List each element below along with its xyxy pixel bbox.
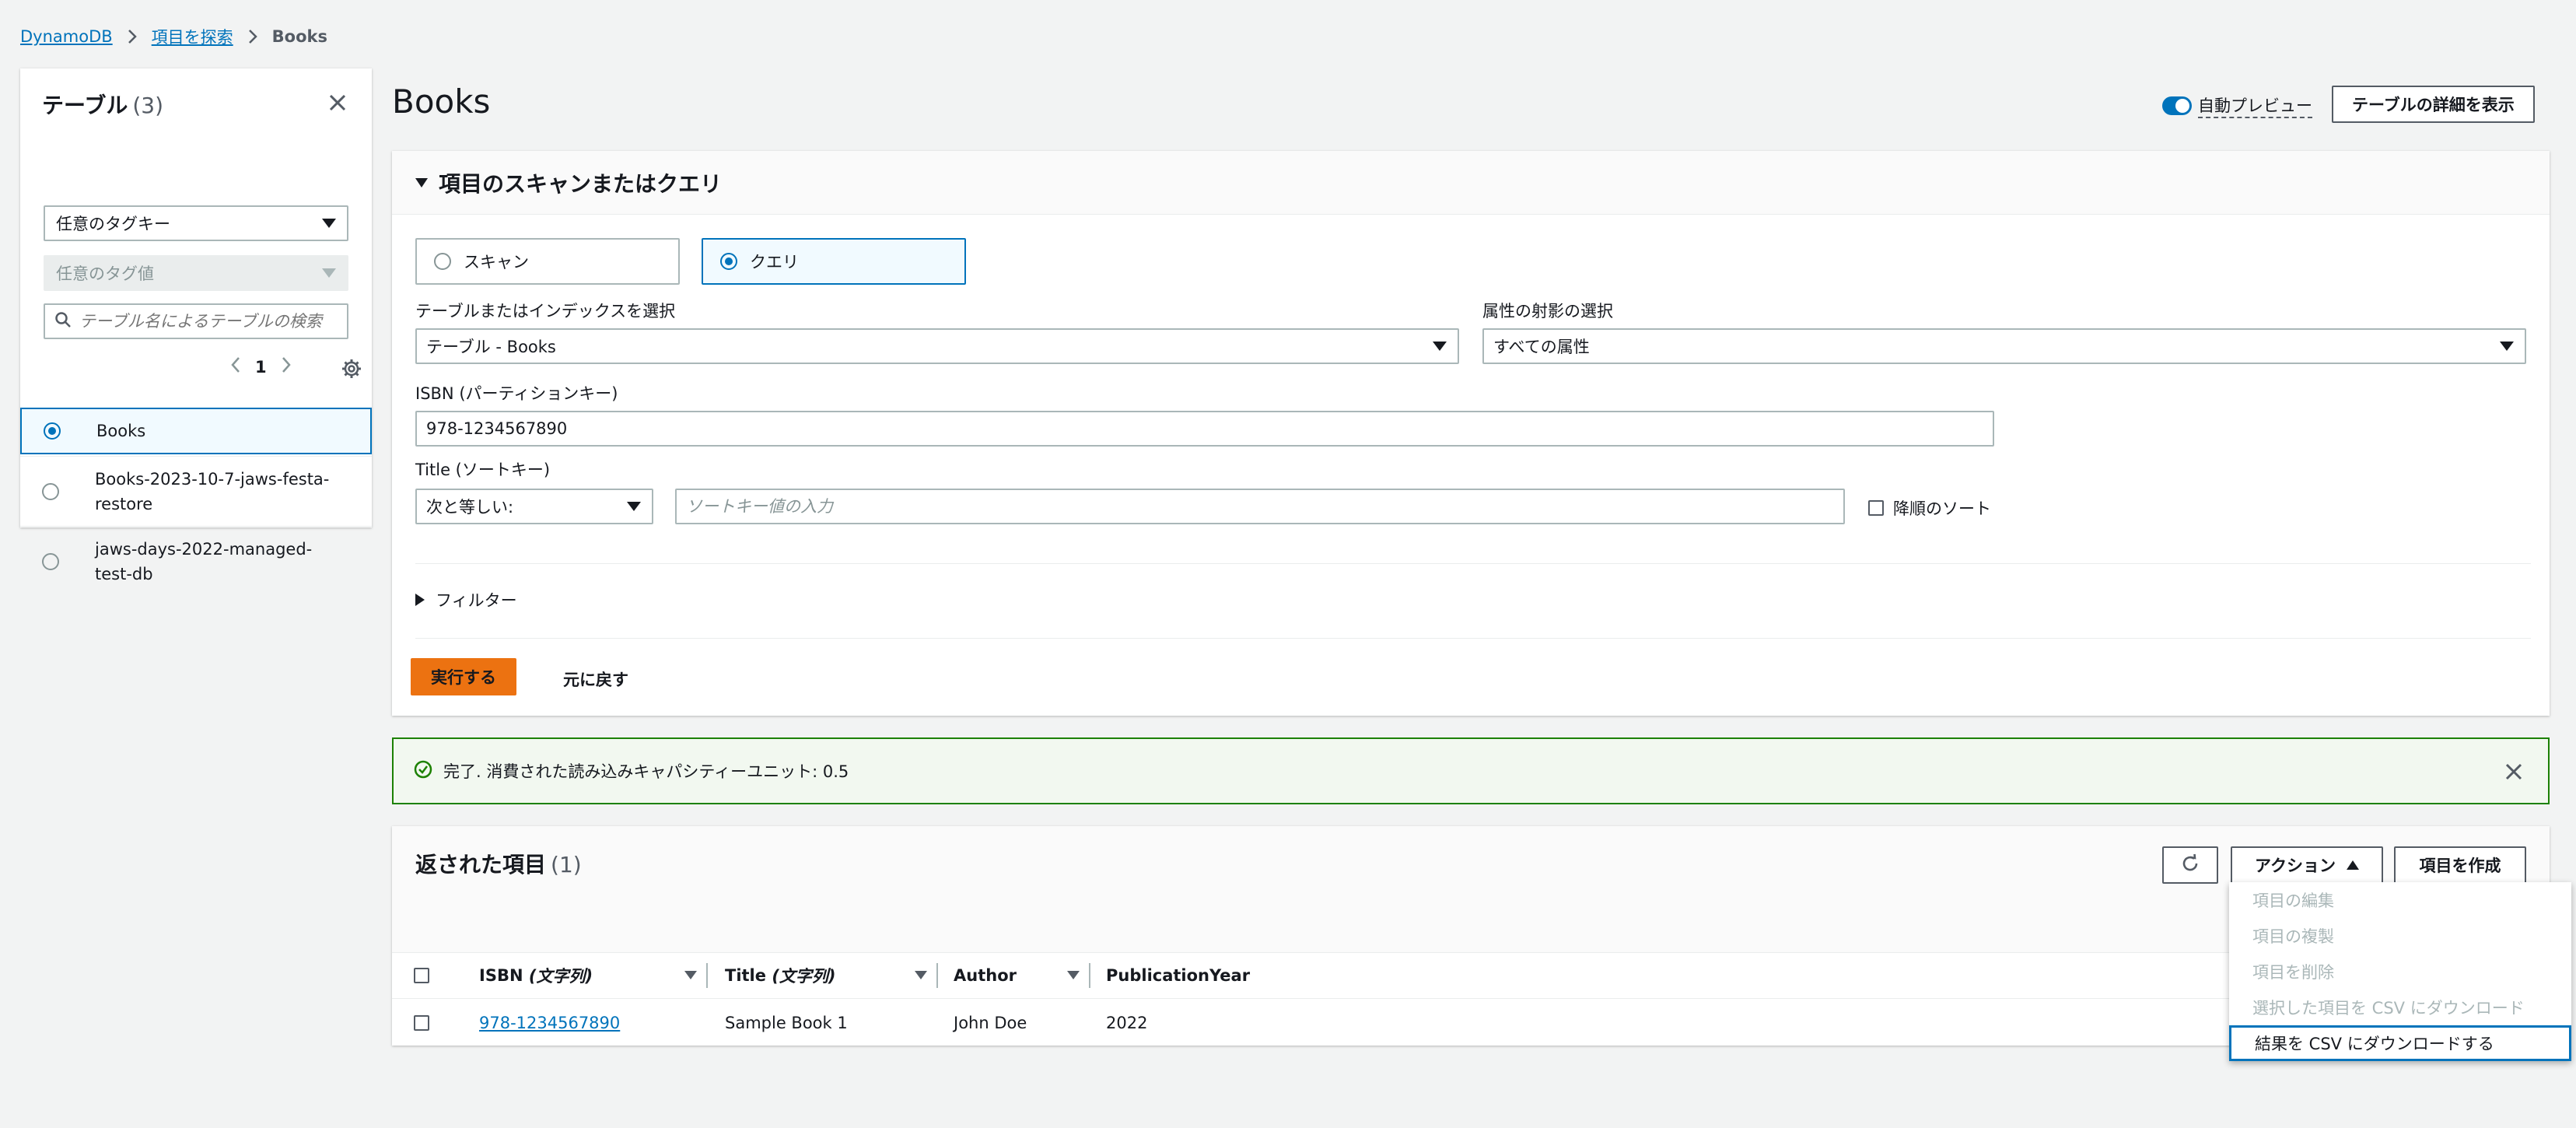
- sort-icon[interactable]: [915, 971, 927, 979]
- create-item-button[interactable]: 項目を作成: [2394, 846, 2526, 884]
- caret-down-icon: [322, 219, 336, 228]
- table-item-jaws-days[interactable]: jaws-days-2022-managed-test-db: [20, 526, 372, 596]
- actions-menu: 項目の編集 項目の複製 項目を削除 選択した項目を CSV にダウンロード 結果…: [2229, 882, 2571, 1061]
- caret-down-icon: [415, 177, 428, 187]
- check-circle-icon: [414, 760, 432, 783]
- tag-value-select: 任意のタグ値: [44, 255, 348, 291]
- query-radio[interactable]: [720, 253, 737, 270]
- refresh-button[interactable]: [2162, 846, 2218, 884]
- table-search[interactable]: [44, 303, 348, 339]
- run-button[interactable]: 実行する: [411, 658, 516, 695]
- table-count: (3): [132, 93, 163, 118]
- tag-key-select[interactable]: 任意のタグキー: [44, 205, 348, 241]
- chevron-left-icon[interactable]: [230, 356, 241, 377]
- select-all-checkbox[interactable]: [414, 968, 429, 983]
- success-alert: 完了. 消費された読み込みキャパシティーユニット: 0.5: [392, 737, 2550, 804]
- author-cell: John Doe: [954, 1014, 1027, 1032]
- refresh-icon: [2180, 853, 2200, 878]
- sort-condition-select[interactable]: 次と等しい:: [415, 489, 653, 524]
- chevron-right-icon: [124, 28, 141, 45]
- results-header: 返された項目 (1): [392, 826, 2550, 952]
- sort-key-input[interactable]: [675, 489, 1845, 524]
- menu-item-download-selected-csv: 選択した項目を CSV にダウンロード: [2252, 999, 2525, 1018]
- query-mode-tile[interactable]: クエリ: [702, 238, 966, 285]
- alert-message: 完了. 消費された読み込みキャパシティーユニット: 0.5: [443, 762, 849, 781]
- isbn-cell-link[interactable]: 978-1234567890: [479, 1002, 620, 1044]
- divider: [415, 638, 2531, 639]
- divider: [415, 563, 2531, 564]
- caret-down-icon: [2500, 342, 2514, 351]
- toggle-switch[interactable]: [2162, 96, 2192, 115]
- column-isbn[interactable]: ISBN (文字列): [479, 952, 708, 999]
- column-author[interactable]: Author: [938, 952, 1090, 999]
- sort-key-label: Title (ソートキー): [415, 461, 551, 479]
- menu-item-download-results-csv[interactable]: 結果を CSV にダウンロードする: [2229, 1025, 2571, 1061]
- results-count: (1): [551, 852, 582, 878]
- sort-icon[interactable]: [684, 971, 697, 979]
- breadcrumb: DynamoDB 項目を探索 Books: [20, 25, 327, 48]
- sort-icon[interactable]: [1067, 971, 1080, 979]
- column-title[interactable]: Title (文字列): [708, 952, 938, 999]
- column-publication-year[interactable]: PublicationYear: [1090, 952, 1402, 999]
- actions-button[interactable]: アクション: [2231, 846, 2383, 884]
- filter-toggle[interactable]: フィルター: [415, 588, 517, 611]
- table-radio[interactable]: [42, 552, 59, 570]
- title-cell: Sample Book 1: [725, 1014, 848, 1032]
- table-pagination: 1: [230, 356, 292, 377]
- table-radio[interactable]: [42, 482, 59, 500]
- chevron-right-icon: [244, 28, 261, 45]
- close-icon[interactable]: [2503, 761, 2525, 783]
- table-index-label: テーブルまたはインデックスを選択: [415, 302, 676, 321]
- table-row: [414, 1002, 429, 1044]
- close-sidebar-icon[interactable]: [327, 92, 348, 114]
- auto-preview-toggle[interactable]: 自動プレビュー: [2162, 93, 2312, 118]
- scan-mode-tile[interactable]: スキャン: [415, 238, 680, 285]
- partition-key-label: ISBN (パーティションキー): [415, 384, 618, 403]
- scan-radio[interactable]: [434, 253, 451, 270]
- menu-item-delete: 項目を削除: [2252, 963, 2334, 982]
- partition-key-input[interactable]: [415, 411, 1994, 447]
- chevron-right-icon[interactable]: [281, 356, 292, 377]
- table-index-select[interactable]: テーブル - Books: [415, 328, 1459, 364]
- view-table-details-button[interactable]: テーブルの詳細を表示: [2332, 86, 2535, 123]
- gear-icon[interactable]: [341, 358, 362, 380]
- page-number[interactable]: 1: [255, 358, 267, 377]
- descending-sort-checkbox[interactable]: [1868, 500, 1884, 516]
- scan-query-panel: 項目のスキャンまたはクエリ スキャン クエリ テーブルまたはインデックスを選択 …: [392, 151, 2550, 716]
- row-checkbox[interactable]: [414, 1015, 429, 1031]
- projection-label: 属性の射影の選択: [1482, 302, 1613, 321]
- search-icon: [54, 311, 72, 332]
- caret-right-icon: [415, 594, 425, 606]
- breadcrumb-explore-link[interactable]: 項目を探索: [152, 25, 233, 48]
- returned-items-panel: 返された項目 (1) アクション 項目を作成 ISBN (文字列) Title (…: [392, 826, 2550, 1046]
- select-all-cell: [414, 952, 445, 999]
- menu-item-edit: 項目の編集: [2252, 892, 2334, 910]
- caret-down-icon: [322, 268, 336, 278]
- breadcrumb-current: Books: [271, 27, 327, 46]
- breadcrumb-dynamodb-link[interactable]: DynamoDB: [20, 27, 113, 46]
- projection-select[interactable]: すべての属性: [1482, 328, 2526, 364]
- table-item-books[interactable]: Books: [20, 408, 372, 454]
- reset-button[interactable]: 元に戻す: [563, 667, 628, 691]
- tables-sidebar: テーブル(3) 任意のタグキー 任意のタグ値 1: [20, 68, 372, 583]
- table-item-books-restore[interactable]: Books-2023-10-7-jaws-festa-restore: [20, 456, 372, 526]
- caret-up-icon: [2346, 860, 2359, 870]
- page-title: Books: [392, 82, 491, 121]
- scan-query-header[interactable]: 項目のスキャンまたはクエリ: [392, 151, 2550, 215]
- caret-down-icon: [1433, 342, 1447, 351]
- table-search-input[interactable]: [79, 312, 328, 331]
- sidebar-title: テーブル (3): [42, 93, 163, 118]
- caret-down-icon: [627, 502, 641, 511]
- table-radio[interactable]: [44, 422, 61, 440]
- results-title: 返された項目 (1): [415, 852, 582, 878]
- menu-item-duplicate: 項目の複製: [2252, 927, 2334, 946]
- descending-sort-option[interactable]: 降順のソート: [1868, 496, 1991, 520]
- year-cell: 2022: [1106, 1014, 1148, 1032]
